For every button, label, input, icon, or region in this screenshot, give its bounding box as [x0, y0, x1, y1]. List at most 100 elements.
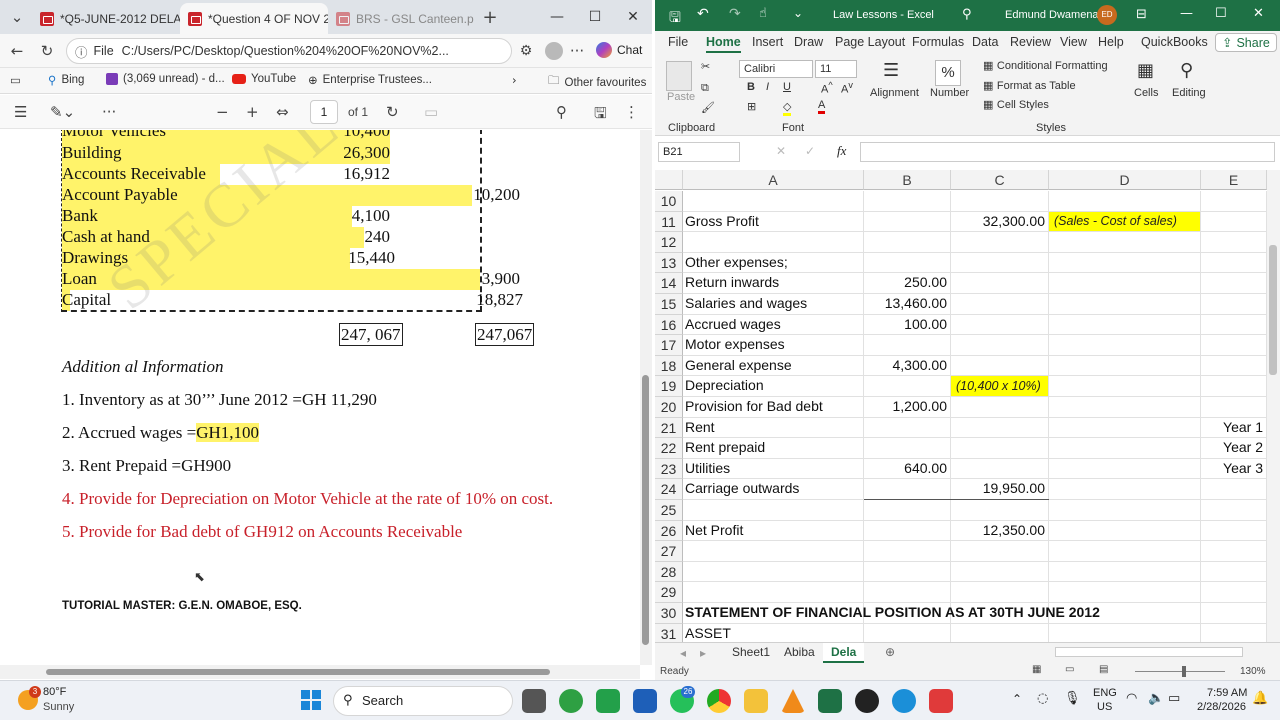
decrease-font-icon[interactable]: Av — [841, 80, 853, 96]
scroll-thumb[interactable] — [1269, 245, 1277, 375]
row-header[interactable]: 26 — [655, 520, 683, 542]
row-header[interactable]: 23 — [655, 458, 683, 480]
page-break-icon[interactable]: ▤ — [1099, 664, 1108, 675]
scroll-thumb[interactable] — [642, 375, 649, 645]
draw-icon[interactable]: ✎⌄ — [50, 103, 75, 121]
sheet-tab-abiba[interactable]: Abiba — [776, 643, 823, 663]
prev-sheet-icon[interactable]: ◂ — [680, 646, 686, 660]
tab-draw[interactable]: Draw — [794, 35, 823, 49]
normal-view-icon[interactable]: ▦ — [1032, 664, 1041, 675]
cell-b20[interactable]: 1,200.00 — [866, 398, 948, 414]
language-code[interactable]: ENG — [1093, 687, 1117, 699]
select-all-corner[interactable] — [655, 170, 683, 190]
row-header[interactable]: 31 — [655, 623, 683, 642]
bold-icon[interactable]: B — [747, 81, 755, 93]
percent-icon[interactable]: % — [935, 60, 961, 86]
file-explorer-app-icon[interactable] — [522, 689, 546, 713]
fav-bing[interactable]: ⚲ Bing — [48, 73, 84, 87]
browser-tab-active[interactable]: *Question 4 OF NOV 2 ✕ — [180, 3, 328, 34]
new-tab-icon[interactable]: + — [479, 6, 501, 28]
chatgpt-icon[interactable] — [855, 689, 879, 713]
sheet-tab-sheet1[interactable]: Sheet1 — [724, 643, 778, 663]
formula-input[interactable] — [860, 142, 1275, 162]
redo-icon[interactable]: ↷ — [729, 6, 741, 22]
cell-a23[interactable]: Utilities — [685, 460, 860, 476]
cell-e22[interactable]: Year 2 — [1203, 439, 1263, 455]
back-icon[interactable]: ← — [6, 40, 28, 62]
cell-a18[interactable]: General expense — [685, 357, 860, 373]
page-layout-icon[interactable]: ▭ — [1065, 664, 1074, 675]
fav-overflow-chevron-icon[interactable]: › — [512, 73, 517, 87]
row-header[interactable]: 16 — [655, 314, 683, 336]
row-header[interactable]: 11 — [655, 211, 683, 233]
share-button[interactable]: ⇪ Share — [1215, 33, 1277, 52]
fav-enterprise[interactable]: ⊕ Enterprise Trustees... — [308, 73, 432, 87]
cell-b14[interactable]: 250.00 — [866, 274, 947, 290]
editing-icon[interactable]: ⚲ — [1180, 60, 1193, 81]
row-header[interactable]: 12 — [655, 232, 683, 253]
customize-toolbar-icon[interactable]: ⌄ — [793, 6, 803, 20]
tab-help[interactable]: Help — [1098, 35, 1124, 49]
cut-icon[interactable]: ✂ — [701, 60, 710, 73]
notification-icon[interactable]: 🔔 — [1252, 691, 1268, 706]
green-app-icon[interactable] — [596, 689, 620, 713]
scroll-thumb[interactable] — [46, 669, 550, 675]
borders-icon[interactable]: ⊞ — [747, 100, 756, 113]
user-avatar[interactable]: ED — [1097, 5, 1117, 25]
cell-a30[interactable]: STATEMENT OF FINANCIAL POSITION AS AT 30… — [685, 604, 1105, 620]
next-sheet-icon[interactable]: ▸ — [700, 646, 706, 660]
pdf-document-view[interactable]: SPECIAL TUTO Motor Vehicles Building Acc… — [0, 130, 640, 665]
fav-youtube[interactable]: YouTube — [232, 73, 296, 85]
font-size-select[interactable]: 11 — [815, 60, 857, 78]
zoom-level[interactable]: 130% — [1240, 666, 1266, 677]
cell-b15[interactable]: 13,460.00 — [866, 295, 947, 311]
alignment-button[interactable]: Alignment — [870, 87, 919, 99]
maximize-icon[interactable]: ☐ — [576, 0, 614, 34]
volume-icon[interactable]: 🔈 — [1148, 691, 1164, 706]
fill-color-icon[interactable]: ◇ — [783, 100, 792, 116]
column-header-e[interactable]: E — [1201, 170, 1267, 190]
close-window-icon[interactable]: ✕ — [614, 0, 652, 34]
contents-icon[interactable]: ☰ — [14, 103, 27, 121]
tab-actions-chevron-icon[interactable]: ⌄ — [6, 6, 28, 28]
conditional-formatting-button[interactable]: ▦ Conditional Formatting — [983, 59, 1108, 72]
paste-icon[interactable] — [666, 61, 692, 91]
more-tools-icon[interactable]: ··· — [102, 103, 116, 121]
ribbon-display-icon[interactable]: ⊟ — [1136, 7, 1147, 22]
cell-a21[interactable]: Rent — [685, 419, 860, 435]
cells-icon[interactable]: ▦ — [1137, 60, 1154, 81]
more-options-icon[interactable]: ··· — [566, 40, 588, 62]
cell-a19[interactable]: Depreciation — [685, 377, 860, 393]
row-header[interactable]: 20 — [655, 397, 683, 418]
close-icon[interactable]: ✕ — [1253, 6, 1264, 21]
row-header[interactable]: 27 — [655, 541, 683, 562]
tab-review[interactable]: Review — [1010, 35, 1051, 49]
row-header[interactable]: 25 — [655, 500, 683, 521]
zoom-slider[interactable] — [1135, 671, 1225, 672]
cell-a14[interactable]: Return inwards — [685, 274, 860, 290]
language-region[interactable]: US — [1097, 701, 1112, 713]
tab-home[interactable]: Home — [706, 35, 741, 53]
page-view-icon[interactable]: ▭ — [424, 103, 438, 121]
increase-font-icon[interactable]: A^ — [821, 80, 833, 96]
italic-icon[interactable]: I — [766, 81, 769, 93]
cell-a26[interactable]: Net Profit — [685, 522, 860, 538]
browser-tab[interactable]: *Q5-JUNE-2012 DELA ✕ — [32, 3, 180, 34]
zoom-in-icon[interactable]: + — [246, 103, 259, 121]
quickbooks-icon[interactable] — [559, 689, 583, 713]
row-header[interactable]: 15 — [655, 294, 683, 315]
save-icon[interactable]: 🖫 — [669, 7, 681, 31]
worksheet-grid[interactable]: A B C D E 10 11 Gross Profit 32,300.00 (Sales - C… — [655, 170, 1267, 642]
save-icon[interactable]: 🖫 — [594, 103, 607, 128]
search-icon[interactable]: ⚲ — [962, 7, 972, 22]
editing-button[interactable]: Editing — [1172, 87, 1206, 99]
copilot-chat-button[interactable]: Chat — [596, 42, 642, 58]
vertical-scrollbar[interactable] — [640, 130, 652, 665]
row-header[interactable]: 24 — [655, 479, 683, 500]
copy-icon[interactable]: ⧉ — [701, 81, 709, 95]
format-painter-icon[interactable]: 🖌 — [701, 101, 715, 114]
clock-time[interactable]: 7:59 AM — [1207, 687, 1247, 699]
name-box[interactable]: B21 — [658, 142, 740, 162]
cell-a24[interactable]: Carriage outwards — [685, 480, 860, 496]
insert-function-icon[interactable]: fx — [837, 143, 846, 159]
